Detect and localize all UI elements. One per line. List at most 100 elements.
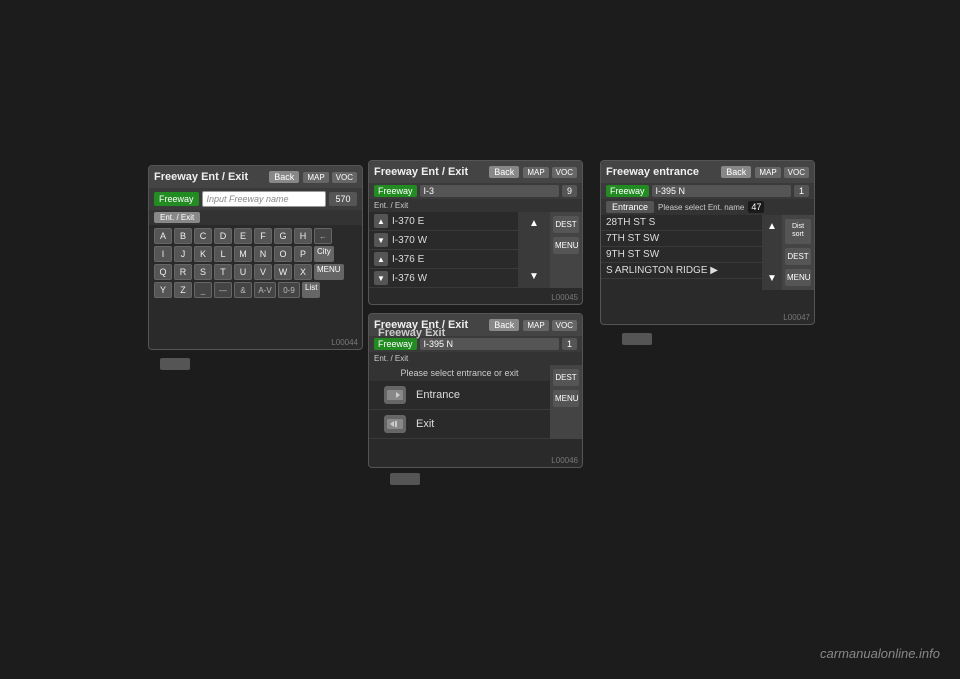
key-H[interactable]: H bbox=[294, 228, 312, 244]
key-I[interactable]: I bbox=[154, 246, 172, 262]
key-A[interactable]: A bbox=[154, 228, 172, 244]
key-W[interactable]: W bbox=[274, 264, 292, 280]
screen4-map-button[interactable]: MAP bbox=[755, 167, 780, 178]
screen3-ent-exit-label: Ent. / Exit bbox=[374, 354, 408, 363]
btn-dist-sort[interactable]: Distsort bbox=[785, 219, 811, 244]
scroll-down-4[interactable] bbox=[767, 273, 777, 284]
key-B[interactable]: B bbox=[174, 228, 192, 244]
key-U[interactable]: U bbox=[234, 264, 252, 280]
key-M[interactable]: M bbox=[234, 246, 252, 262]
screen3-code: L00046 bbox=[551, 456, 578, 465]
key-V[interactable]: V bbox=[254, 264, 272, 280]
screen2-header: Freeway Ent / Exit Back MAP VOC bbox=[369, 161, 582, 183]
list-item-4[interactable]: ▼ I-376 W bbox=[369, 269, 518, 288]
btn-menu-1[interactable]: MENU bbox=[314, 264, 344, 280]
screen3-freeway-row: Freeway I-395 N 1 bbox=[369, 336, 582, 352]
btn-menu-4[interactable]: MENU bbox=[785, 269, 811, 286]
screen1-input-field[interactable]: Input Freeway name bbox=[202, 191, 326, 207]
key-S[interactable]: S bbox=[194, 264, 212, 280]
screen2-scroll bbox=[518, 212, 550, 288]
screen3-right-btns: DEST MENU bbox=[550, 365, 582, 439]
screen1-voc-button[interactable]: VOC bbox=[332, 172, 357, 183]
key-L[interactable]: L bbox=[214, 246, 232, 262]
key-C[interactable]: C bbox=[194, 228, 212, 244]
key-R[interactable]: R bbox=[174, 264, 192, 280]
key-Z[interactable]: Z bbox=[174, 282, 192, 298]
key-dash[interactable]: — bbox=[214, 282, 232, 298]
key-09[interactable]: 0-9 bbox=[278, 282, 300, 298]
option-entrance-text: Entrance bbox=[416, 389, 460, 401]
btn-dest-3[interactable]: DEST bbox=[553, 369, 579, 386]
screen4-back-button[interactable]: Back bbox=[721, 166, 751, 178]
screen3-voc-button[interactable]: VOC bbox=[552, 320, 577, 331]
kb-row-2: I J K L M N O P City bbox=[154, 246, 357, 262]
entrance-item-2[interactable]: 7TH ST SW bbox=[601, 231, 762, 247]
key-J[interactable]: J bbox=[174, 246, 192, 262]
entrance-item-4[interactable]: S ARLINGTON RIDGE ▶ bbox=[601, 263, 762, 279]
screen4-entrance-prompt: Please select Ent. name bbox=[658, 203, 744, 212]
entrance-text-4: S ARLINGTON RIDGE ▶ bbox=[606, 265, 718, 276]
key-E[interactable]: E bbox=[234, 228, 252, 244]
scroll-down-arrow[interactable] bbox=[529, 271, 539, 282]
screen3-select-prompt: Please select entrance or exit bbox=[369, 365, 550, 381]
screen3-map-button[interactable]: MAP bbox=[523, 320, 548, 331]
btn-city[interactable]: City bbox=[314, 246, 334, 262]
btn-dest-4[interactable]: DEST bbox=[785, 248, 811, 265]
scroll-up-arrow[interactable] bbox=[529, 218, 539, 229]
screen4-freeway-value: I-395 N bbox=[652, 185, 791, 197]
screen3-content: Please select entrance or exit Entrance bbox=[369, 365, 582, 439]
screen2-freeway-value: I-3 bbox=[420, 185, 559, 197]
screen2-code: L00045 bbox=[551, 293, 578, 302]
list-item-text-3: I-376 E bbox=[392, 254, 424, 265]
key-Q[interactable]: Q bbox=[154, 264, 172, 280]
scroll-up-4[interactable] bbox=[767, 221, 777, 232]
screen2-content: ▲ I-370 E ▼ I-370 W ▲ I-376 E ▼ I-376 W bbox=[369, 212, 582, 288]
tab-ent-exit[interactable]: Ent. / Exit bbox=[154, 212, 200, 223]
btn-menu-2[interactable]: MENU bbox=[553, 237, 579, 254]
screen2-voc-button[interactable]: VOC bbox=[552, 167, 577, 178]
key-av[interactable]: A-V bbox=[254, 282, 276, 298]
btn-menu-3[interactable]: MENU bbox=[553, 390, 579, 407]
screen3-back-button[interactable]: Back bbox=[489, 319, 519, 331]
btn-dest-2[interactable]: DEST bbox=[553, 216, 579, 233]
entrance-item-1[interactable]: 28TH ST S bbox=[601, 215, 762, 231]
key-Y[interactable]: Y bbox=[154, 282, 172, 298]
list-item-3[interactable]: ▲ I-376 E bbox=[369, 250, 518, 269]
screen3-title: Freeway Ent / Exit bbox=[374, 319, 468, 331]
key-N[interactable]: N bbox=[254, 246, 272, 262]
screen1-map-button[interactable]: MAP bbox=[303, 172, 328, 183]
entrance-text-2: 7TH ST SW bbox=[606, 233, 659, 244]
key-backspace[interactable]: ← bbox=[314, 228, 332, 244]
option-exit[interactable]: Exit bbox=[369, 410, 550, 439]
kb-row-3: Q R S T U V W X MENU bbox=[154, 264, 357, 280]
list-item-2[interactable]: ▼ I-370 W bbox=[369, 231, 518, 250]
key-F[interactable]: F bbox=[254, 228, 272, 244]
screen4-content: 28TH ST S 7TH ST SW 9TH ST SW S ARLINGTO… bbox=[601, 215, 814, 290]
option-entrance[interactable]: Entrance bbox=[369, 381, 550, 410]
key-O[interactable]: O bbox=[274, 246, 292, 262]
key-K[interactable]: K bbox=[194, 246, 212, 262]
screen2-map-button[interactable]: MAP bbox=[523, 167, 548, 178]
list-item-1[interactable]: ▲ I-370 E bbox=[369, 212, 518, 231]
screen1-back-button[interactable]: Back bbox=[269, 171, 299, 183]
entrance-item-3[interactable]: 9TH ST SW bbox=[601, 247, 762, 263]
list-item-icon-4: ▼ bbox=[374, 271, 388, 285]
kb-row-1: A B C D E F G H ← bbox=[154, 228, 357, 244]
key-amp[interactable]: & bbox=[234, 282, 252, 298]
key-X[interactable]: X bbox=[294, 264, 312, 280]
entrance-icon bbox=[384, 386, 406, 404]
exit-icon bbox=[384, 415, 406, 433]
entrance-text-1: 28TH ST S bbox=[606, 217, 655, 228]
key-underscore[interactable]: _ bbox=[194, 282, 212, 298]
screen1-tab-row: Ent. / Exit bbox=[149, 210, 362, 225]
screen-freeway-entrance: Freeway entrance Back MAP VOC Freeway I-… bbox=[600, 160, 815, 325]
screen-freeway-list: Freeway Ent / Exit Back MAP VOC Freeway … bbox=[368, 160, 583, 305]
screen2-back-button[interactable]: Back bbox=[489, 166, 519, 178]
key-T[interactable]: T bbox=[214, 264, 232, 280]
key-D[interactable]: D bbox=[214, 228, 232, 244]
key-P[interactable]: P bbox=[294, 246, 312, 262]
screen4-voc-button[interactable]: VOC bbox=[784, 167, 809, 178]
screen4-entrance-tab[interactable]: Entrance bbox=[606, 201, 654, 213]
key-G[interactable]: G bbox=[274, 228, 292, 244]
btn-list[interactable]: List bbox=[302, 282, 320, 298]
